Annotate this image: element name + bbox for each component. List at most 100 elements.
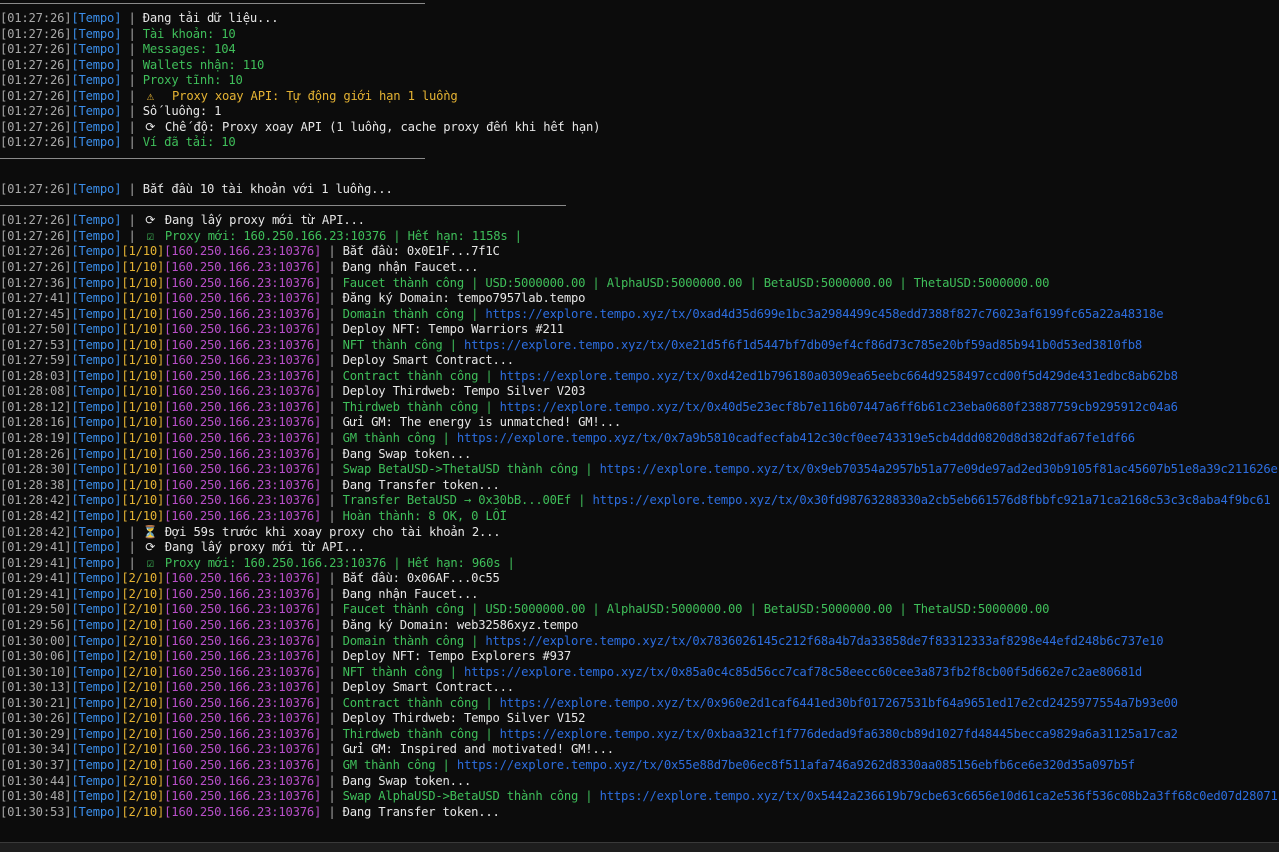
log-line: [01:28:26][Tempo][1/10][160.250.166.23:1… — [0, 447, 471, 463]
log-line: [01:28:12][Tempo][1/10][160.250.166.23:1… — [0, 400, 1178, 416]
proxy-address: [160.250.166.23:10376] — [164, 244, 322, 258]
log-message: Deploy Smart Contract... — [342, 680, 515, 694]
log-line: [01:27:41][Tempo][1/10][160.250.166.23:1… — [0, 291, 586, 307]
timestamp: [01:30:21] — [0, 696, 72, 710]
tx-link[interactable]: https://explore.tempo.xyz/tx/0x9eb70354a… — [600, 462, 1278, 476]
source-tag: [Tempo] — [71, 89, 122, 103]
timestamp: [01:29:41] — [0, 556, 72, 570]
tx-link[interactable]: https://explore.tempo.xyz/tx/0xbaa321cf1… — [500, 727, 1178, 741]
timestamp: [01:28:42] — [0, 493, 72, 507]
separator: | — [321, 384, 343, 398]
log-message: Deploy NFT: Tempo Explorers #937 — [342, 649, 572, 663]
source-tag: [Tempo] — [71, 182, 122, 196]
account-counter: [2/10] — [121, 571, 165, 585]
separator: | — [321, 447, 343, 461]
separator: | — [121, 27, 143, 41]
source-tag: [Tempo] — [71, 120, 122, 134]
log-message: Domain thành công | — [342, 307, 486, 321]
tx-link[interactable]: https://explore.tempo.xyz/tx/0xe21d5f6f1… — [464, 338, 1142, 352]
log-line: [01:28:42][Tempo][1/10][160.250.166.23:1… — [0, 509, 507, 525]
timestamp: [01:28:03] — [0, 369, 72, 383]
log-message: Wallets nhận: 110 — [142, 58, 265, 72]
timestamp: [01:27:26] — [0, 244, 72, 258]
separator: | — [121, 213, 143, 227]
log-message: Deploy Smart Contract... — [342, 353, 515, 367]
log-line: [01:27:26][Tempo] | Ví đã tải: 10 — [0, 135, 236, 151]
source-tag: [Tempo] — [71, 27, 122, 41]
separator: | — [321, 509, 343, 523]
tx-link[interactable]: https://explore.tempo.xyz/tx/0x55e88d7be… — [457, 758, 1135, 772]
account-counter: [1/10] — [121, 291, 165, 305]
source-tag: [Tempo] — [71, 789, 122, 803]
tx-link[interactable]: https://explore.tempo.xyz/tx/0x85a0c4c85… — [464, 665, 1142, 679]
separator: | — [321, 276, 343, 290]
proxy-address: [160.250.166.23:10376] — [164, 322, 322, 336]
timestamp: [01:29:56] — [0, 618, 72, 632]
proxy-address: [160.250.166.23:10376] — [164, 742, 322, 756]
account-counter: [1/10] — [121, 478, 165, 492]
check-icon: ☑ — [146, 229, 154, 243]
source-tag: [Tempo] — [71, 229, 122, 243]
source-tag: [Tempo] — [71, 618, 122, 632]
log-message: GM thành công | — [342, 431, 457, 445]
separator: | — [121, 11, 143, 25]
timestamp: [01:29:41] — [0, 540, 72, 554]
tx-link[interactable]: https://explore.tempo.xyz/tx/0x5442a2366… — [600, 789, 1278, 803]
account-counter: [1/10] — [121, 493, 165, 507]
timestamp: [01:30:26] — [0, 711, 72, 725]
separator: | — [121, 182, 143, 196]
account-counter: [1/10] — [121, 260, 165, 274]
account-counter: [1/10] — [121, 384, 165, 398]
source-tag: [Tempo] — [71, 540, 122, 554]
timestamp: [01:28:42] — [0, 509, 72, 523]
separator: | — [121, 135, 143, 149]
source-tag: [Tempo] — [71, 338, 122, 352]
log-message: Transfer BetaUSD → 0x30bB...00Ef | — [342, 493, 593, 507]
log-line: [01:27:26][Tempo] | Bắt đầu 10 tài khoản… — [0, 182, 393, 198]
tx-link[interactable]: https://explore.tempo.xyz/tx/0x783602614… — [485, 634, 1163, 648]
separator: | — [321, 260, 343, 274]
proxy-address: [160.250.166.23:10376] — [164, 478, 322, 492]
tx-link[interactable]: https://explore.tempo.xyz/tx/0x960e2d1ca… — [500, 696, 1178, 710]
timestamp: [01:27:26] — [0, 135, 72, 149]
separator: | — [121, 229, 143, 243]
tx-link[interactable]: https://explore.tempo.xyz/tx/0xad4d35d69… — [485, 307, 1163, 321]
log-line: [01:28:03][Tempo][1/10][160.250.166.23:1… — [0, 369, 1178, 385]
source-tag: [Tempo] — [71, 11, 122, 25]
log-line: [01:29:56][Tempo][2/10][160.250.166.23:1… — [0, 618, 578, 634]
source-tag: [Tempo] — [71, 758, 122, 772]
log-message: Bắt đầu: 0x06AF...0c55 — [342, 571, 500, 585]
log-line: [01:27:59][Tempo][1/10][160.250.166.23:1… — [0, 353, 514, 369]
timestamp: [01:30:48] — [0, 789, 72, 803]
log-message: Đang tải dữ liệu... — [142, 11, 279, 25]
timestamp: [01:28:16] — [0, 415, 72, 429]
timestamp: [01:27:26] — [0, 73, 72, 87]
log-line: [01:30:44][Tempo][2/10][160.250.166.23:1… — [0, 774, 471, 790]
tx-link[interactable]: https://explore.tempo.xyz/tx/0x7a9b5810c… — [457, 431, 1135, 445]
timestamp: [01:27:26] — [0, 260, 72, 274]
separator: | — [321, 478, 343, 492]
log-line: [01:27:26][Tempo] | Số luồng: 1 — [0, 104, 221, 120]
source-tag: [Tempo] — [71, 478, 122, 492]
log-message: Proxy mới: 160.250.166.23:10376 | Hết hạ… — [164, 229, 522, 243]
source-tag: [Tempo] — [71, 774, 122, 788]
tx-link[interactable]: https://explore.tempo.xyz/tx/0x40d5e23ec… — [500, 400, 1178, 414]
source-tag: [Tempo] — [71, 634, 122, 648]
proxy-address: [160.250.166.23:10376] — [164, 400, 322, 414]
account-counter: [2/10] — [121, 789, 165, 803]
log-message: Domain thành công | — [342, 634, 486, 648]
proxy-address: [160.250.166.23:10376] — [164, 602, 322, 616]
account-counter: [1/10] — [121, 509, 165, 523]
source-tag: [Tempo] — [71, 322, 122, 336]
timestamp: [01:27:26] — [0, 182, 72, 196]
log-line: [01:27:26][Tempo] | ⟳ Đang lấy proxy mới… — [0, 213, 365, 229]
source-tag: [Tempo] — [71, 493, 122, 507]
proxy-address: [160.250.166.23:10376] — [164, 462, 322, 476]
tx-link[interactable]: https://explore.tempo.xyz/tx/0x30fd98763… — [592, 493, 1270, 507]
tx-link[interactable]: https://explore.tempo.xyz/tx/0xd42ed1b79… — [500, 369, 1178, 383]
log-message: Đang Swap token... — [342, 447, 472, 461]
timestamp: [01:28:26] — [0, 447, 72, 461]
account-counter: [2/10] — [121, 587, 165, 601]
log-line: [01:30:34][Tempo][2/10][160.250.166.23:1… — [0, 742, 614, 758]
separator-line — [0, 3, 425, 4]
